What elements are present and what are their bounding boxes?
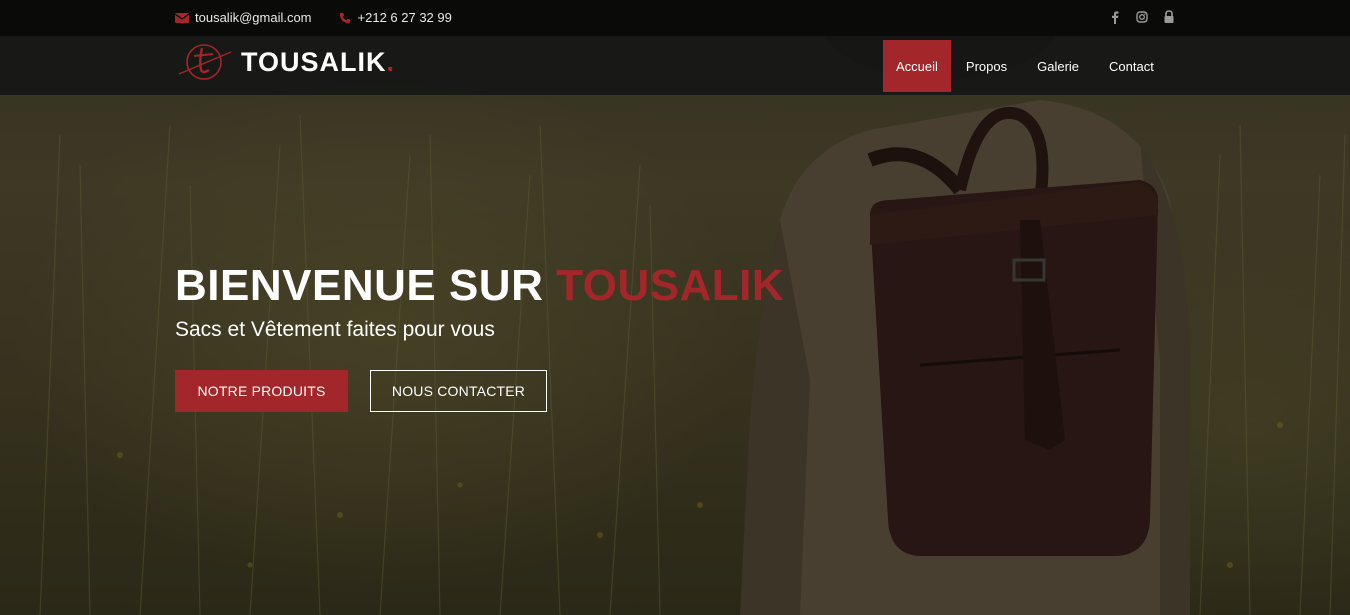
site-logo[interactable]: TOUSALIK. xyxy=(177,40,395,84)
hero-title-brand: TOUSALIK xyxy=(556,261,785,310)
brand-dot: . xyxy=(386,46,396,77)
email-text: tousalik@gmail.com xyxy=(195,10,312,25)
hero-title-prefix: BIENVENUE SUR xyxy=(175,261,557,310)
logo-mark-icon xyxy=(178,44,232,80)
nav-menu: Accueil Propos Galerie Contact xyxy=(883,40,1169,92)
logo-text: TOUSALIK. xyxy=(241,47,395,78)
email-contact[interactable]: tousalik@gmail.com xyxy=(175,10,312,25)
main-navbar: TOUSALIK. Accueil Propos Galerie Contact xyxy=(0,36,1350,95)
contact-info: tousalik@gmail.com +212 6 27 32 99 xyxy=(175,10,478,25)
nav-item-propos[interactable]: Propos xyxy=(951,40,1022,92)
nav-item-contact[interactable]: Contact xyxy=(1094,40,1169,92)
hero-content: BIENVENUE SUR TOUSALIK Sacs et Vêtement … xyxy=(175,262,784,412)
instagram-icon[interactable] xyxy=(1136,10,1148,24)
brand-name: TOUSALIK xyxy=(241,46,387,77)
top-contact-bar: tousalik@gmail.com +212 6 27 32 99 xyxy=(0,0,1350,36)
hero-subtitle: Sacs et Vêtement faites pour vous xyxy=(175,318,495,341)
nav-item-galerie[interactable]: Galerie xyxy=(1022,40,1094,92)
lock-icon[interactable] xyxy=(1163,10,1175,24)
products-button[interactable]: NOTRE PRODUITS xyxy=(175,370,348,412)
envelope-icon xyxy=(175,12,189,23)
phone-text: +212 6 27 32 99 xyxy=(357,10,452,25)
facebook-icon[interactable] xyxy=(1109,10,1121,24)
phone-contact[interactable]: +212 6 27 32 99 xyxy=(338,10,452,25)
hero-title: BIENVENUE SUR TOUSALIK xyxy=(175,262,784,310)
phone-icon xyxy=(339,12,350,23)
social-links xyxy=(1094,10,1175,24)
contact-us-button[interactable]: NOUS CONTACTER xyxy=(370,370,547,412)
hero-buttons: NOTRE PRODUITS NOUS CONTACTER xyxy=(175,370,784,412)
nav-item-accueil[interactable]: Accueil xyxy=(883,40,951,92)
